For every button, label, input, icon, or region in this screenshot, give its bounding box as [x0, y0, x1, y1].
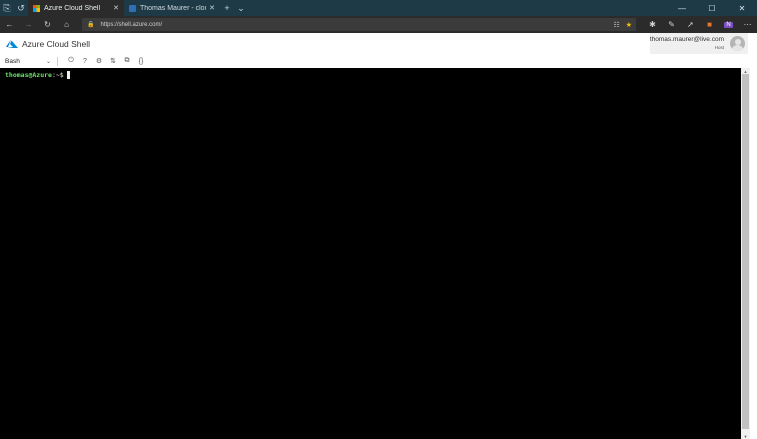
scroll-down-icon[interactable]: ▼ [741, 433, 750, 439]
more-options-icon[interactable]: ⋯ [738, 16, 757, 33]
page-edge [750, 68, 757, 439]
terminal-scrollbar[interactable]: ▲ ▼ [741, 68, 750, 439]
favorite-star-icon[interactable]: ★ [626, 21, 632, 29]
terminal[interactable]: thomas@Azure :~$ [0, 68, 741, 439]
back-icon[interactable]: ← [0, 16, 19, 33]
browser-nav-bar: ← → ↻ ⌂ 🔒 https://shell.azure.com/ ☷ ★ ✱… [0, 16, 757, 33]
shell-toolbar: Bash ⌄ ⏻ ? ⚙ ⇅ ⧉ {} [0, 54, 757, 68]
upload-download-icon[interactable]: ⇅ [106, 54, 120, 68]
tab-azure-cloud-shell[interactable]: Azure Cloud Shell ✕ [28, 0, 124, 16]
tab-label: Thomas Maurer - cloud and [140, 4, 206, 12]
new-tab-icon[interactable]: + [220, 3, 234, 13]
prompt-line: thomas@Azure :~$ [5, 71, 741, 79]
share-icon[interactable]: ➚ [681, 16, 700, 33]
url-text[interactable]: https://shell.azure.com/ [100, 22, 162, 28]
office-extension-icon[interactable]: ■ [700, 16, 719, 33]
pen-icon[interactable]: ✎ [662, 16, 681, 33]
prompt-user: thomas@Azure [5, 71, 52, 79]
onenote-extension-icon[interactable]: N [719, 16, 738, 33]
maximize-icon[interactable]: ☐ [697, 0, 727, 16]
avatar[interactable] [730, 36, 745, 51]
shell-type-select[interactable]: Bash ⌄ [5, 56, 51, 67]
microsoft-logo-icon [33, 4, 40, 12]
shell-type-label: Bash [5, 57, 20, 65]
close-window-icon[interactable]: ✕ [727, 0, 757, 16]
reading-view-icon[interactable]: ☷ [613, 21, 619, 29]
page-title: Azure Cloud Shell [22, 38, 91, 49]
settings-gear-icon[interactable]: ⚙ [92, 54, 106, 68]
lock-icon: 🔒 [87, 22, 95, 28]
close-icon[interactable]: ✕ [113, 4, 119, 12]
forward-icon[interactable]: → [19, 16, 38, 33]
azure-logo-icon [6, 39, 18, 48]
restore-tabs-icon[interactable]: ↺ [14, 0, 28, 16]
scrollbar-thumb[interactable] [742, 74, 749, 429]
refresh-icon[interactable]: ↻ [38, 16, 57, 33]
toolbar-divider [57, 56, 58, 66]
chevron-down-icon: ⌄ [45, 58, 51, 65]
account-tenant: Host [714, 45, 724, 50]
favorites-icon[interactable]: ✱ [643, 16, 662, 33]
browser-toolbar-right: ✱ ✎ ➚ ■ N ⋯ [643, 16, 757, 33]
browser-tab-strip: ⎘ ↺ Azure Cloud Shell ✕ Thomas Maurer - … [0, 0, 757, 16]
account-email: thomas.maurer@live.com [649, 36, 724, 43]
account-menu[interactable]: thomas.maurer@live.com Host [650, 33, 748, 54]
home-icon[interactable]: ⌂ [57, 16, 76, 33]
minimize-icon[interactable]: — [667, 0, 697, 16]
tab-label: Azure Cloud Shell [44, 4, 101, 12]
azure-header: Azure Cloud Shell thomas.maurer@live.com… [0, 33, 757, 54]
address-bar[interactable]: 🔒 https://shell.azure.com/ ☷ ★ [82, 18, 636, 31]
site-favicon-icon [129, 4, 136, 12]
web-preview-icon[interactable]: {} [134, 54, 148, 68]
open-editor-icon[interactable]: ⧉ [120, 54, 134, 68]
close-icon[interactable]: ✕ [209, 4, 215, 12]
prompt-path: :~$ [51, 71, 64, 79]
help-icon[interactable]: ? [78, 54, 92, 68]
terminal-cursor [66, 71, 70, 79]
window-controls: — ☐ ✕ [667, 0, 757, 16]
tab-thomas-maurer[interactable]: Thomas Maurer - cloud and ✕ [124, 0, 220, 16]
restart-icon[interactable]: ⏻ [64, 54, 78, 68]
address-bar-tools: ☷ ★ [613, 18, 632, 31]
set-aside-tabs-icon[interactable]: ⎘ [0, 0, 14, 16]
chevron-down-icon[interactable]: ⌄ [234, 3, 248, 14]
